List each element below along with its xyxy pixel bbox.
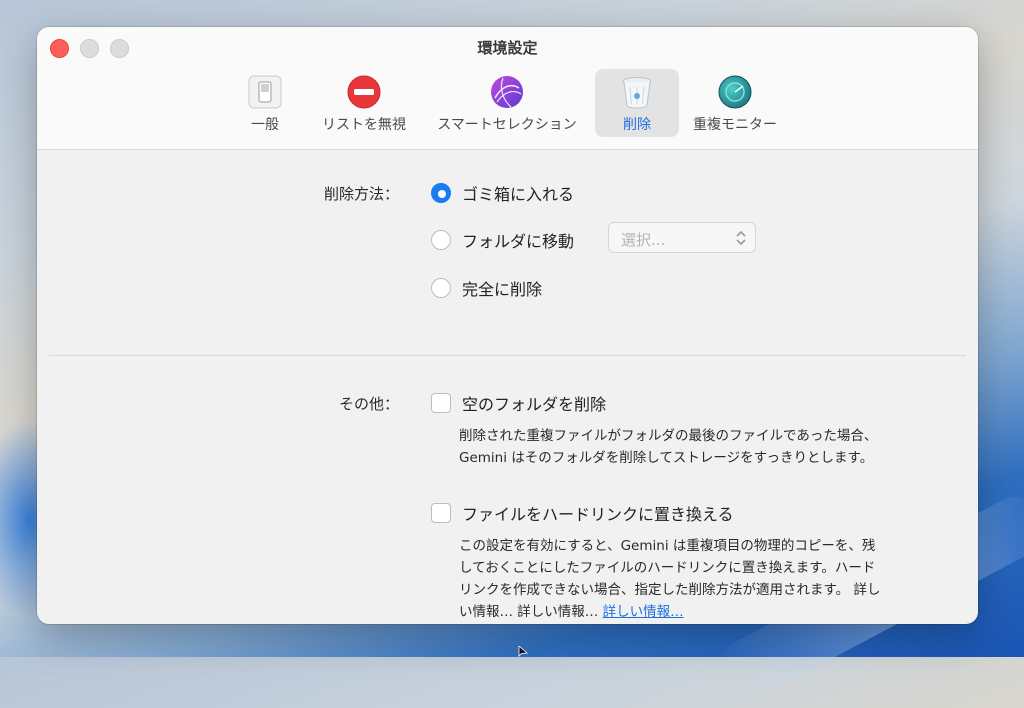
delete-permanently-label: 完全に削除 — [462, 280, 543, 299]
no-entry-icon — [347, 75, 381, 109]
tab-smart-selection-label: スマートセレクション — [437, 117, 577, 133]
move-to-trash-radio[interactable] — [431, 183, 451, 203]
tab-delete[interactable]: 削除 — [595, 69, 679, 137]
trash-icon — [622, 77, 652, 109]
option-delete-permanently[interactable]: 完全に削除 — [431, 276, 542, 300]
more-info-link[interactable]: 詳しい情報… — [603, 604, 684, 620]
description-line: この設定を有効にすると、Gemini は重複項目の物理的コピーを、残 — [459, 538, 876, 554]
section-divider — [49, 355, 966, 356]
tab-ignore-list-label: リストを無視 — [322, 117, 406, 133]
preferences-window: 環境設定 一般 リストを無視 スマートセレクション 削除 重複モニター 削除方法… — [37, 27, 978, 624]
mouse-pointer-icon — [518, 646, 528, 657]
tab-duplicate-monitor[interactable]: 重複モニター — [689, 69, 781, 137]
tab-ignore-list[interactable]: リストを無視 — [316, 69, 412, 137]
tab-general-label: 一般 — [251, 117, 279, 133]
replace-with-hardlinks-checkbox[interactable] — [431, 503, 451, 523]
delete-settings-pane: 削除方法： ゴミ箱に入れる フォルダに移動 選択... 完全に削除 その他： 空… — [37, 150, 978, 624]
tab-general[interactable]: 一般 — [243, 69, 287, 137]
folder-select-placeholder: 選択... — [621, 231, 666, 249]
delete-empty-folders-description: 削除された重複ファイルがフォルダの最後のファイルであった場合、 Gemini は… — [459, 425, 877, 469]
delete-method-label: 削除方法： — [323, 185, 399, 203]
option-move-to-trash[interactable]: ゴミ箱に入れる — [431, 181, 574, 205]
folder-select[interactable]: 選択... — [608, 222, 756, 253]
description-text: い情報… 詳しい情報… — [459, 604, 599, 620]
description-line: 削除された重複ファイルがフォルダの最後のファイルであった場合、 — [459, 428, 878, 444]
replace-with-hardlinks-description: この設定を有効にすると、Gemini は重複項目の物理的コピーを、残 しておくこ… — [459, 535, 880, 623]
delete-empty-folders-checkbox[interactable] — [431, 393, 451, 413]
window-title: 環境設定 — [477, 39, 538, 57]
move-to-folder-radio[interactable] — [431, 230, 451, 250]
description-line: リンクを作成できない場合、指定した削除方法が適用されます。 詳し — [459, 582, 881, 598]
chevron-up-down-icon — [736, 230, 746, 246]
description-line: しておくことにしたファイルのハードリンクに置き換えます。ハード — [459, 560, 876, 576]
description-line: Gemini はそのフォルダを削除してストレージをすっきりとします。 — [459, 450, 874, 466]
move-to-folder-label: フォルダに移動 — [462, 232, 575, 251]
monitor-icon — [718, 75, 752, 109]
titlebar: 環境設定 一般 リストを無視 スマートセレクション 削除 重複モニター — [37, 27, 978, 150]
smart-selection-icon — [491, 76, 523, 108]
replace-with-hardlinks-label: ファイルをハードリンクに置き換える — [462, 505, 734, 524]
option-replace-with-hardlinks[interactable]: ファイルをハードリンクに置き換える — [431, 501, 734, 525]
description-line: い情報… 詳しい情報… 詳しい情報… — [459, 601, 880, 623]
tab-smart-selection[interactable]: スマートセレクション — [428, 69, 586, 137]
tab-duplicate-monitor-label: 重複モニター — [693, 117, 777, 133]
delete-empty-folders-label: 空のフォルダを削除 — [462, 395, 607, 414]
option-delete-empty-folders[interactable]: 空のフォルダを削除 — [431, 391, 606, 415]
tab-delete-label: 削除 — [623, 117, 651, 133]
other-label: その他： — [338, 395, 399, 413]
switch-icon — [248, 75, 282, 109]
move-to-trash-label: ゴミ箱に入れる — [462, 185, 575, 204]
option-move-to-folder[interactable]: フォルダに移動 — [431, 228, 574, 252]
delete-permanently-radio[interactable] — [431, 278, 451, 298]
